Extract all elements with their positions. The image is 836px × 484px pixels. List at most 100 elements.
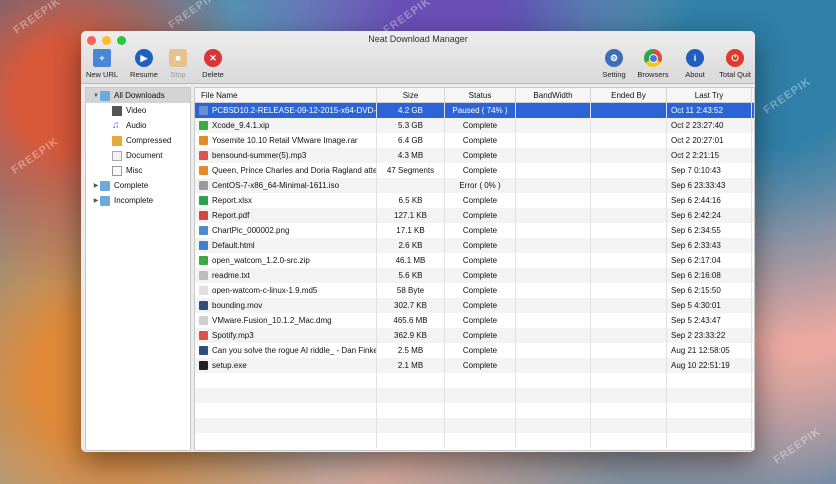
sidebar-item-incomplete[interactable]: ▶ Incomplete (86, 193, 190, 208)
disclosure-triangle-icon[interactable]: ▶ (92, 197, 100, 204)
bandwidth-cell (516, 328, 591, 343)
status-cell: Complete (445, 118, 516, 133)
sidebar-item-compressed[interactable]: Compressed (86, 133, 190, 148)
disclosure-triangle-icon[interactable]: ▶ (92, 182, 100, 189)
file-name-text: Report.xlsx (212, 196, 253, 205)
table-row[interactable]: setup.exe 2.1 MB Complete Aug 10 22:51:19 (195, 358, 754, 373)
setting-button[interactable]: ⚙ Setting (595, 49, 633, 79)
status-cell: Complete (445, 133, 516, 148)
bandwidth-cell (516, 298, 591, 313)
document-icon (112, 150, 122, 161)
new-url-label: New URL (85, 70, 119, 79)
sidebar-item-audio[interactable]: ♫ Audio (86, 118, 190, 133)
ended-by-cell (591, 343, 667, 358)
last-try-cell: Sep 2 23:33:22 (667, 328, 752, 343)
column-header-status[interactable]: Status (445, 88, 516, 102)
table-row[interactable]: readme.txt 5.6 KB Complete Sep 6 2:16:08 (195, 268, 754, 283)
ended-by-cell (591, 238, 667, 253)
sidebar-item-document[interactable]: Document (86, 148, 190, 163)
file-name-text: open_watcom_1.2.0-src.zip (212, 256, 310, 265)
new-url-button[interactable]: + New URL (83, 49, 121, 79)
file-name-cell: PCBSD10.2-RELEASE-09-12-2015-x64-DVD-USB… (195, 103, 377, 118)
ended-by-cell (591, 133, 667, 148)
table-row[interactable]: bounding.mov 302.7 KB Complete Sep 5 4:30:0… (195, 298, 754, 313)
table-row[interactable]: Report.pdf 127.1 KB Complete Sep 6 2:42:24 (195, 208, 754, 223)
file-type-icon (199, 286, 208, 295)
ended-by-cell (591, 163, 667, 178)
table-row[interactable]: Xcode_9.4.1.xip 5.3 GB Complete Oct 2 23:27… (195, 118, 754, 133)
table-row[interactable]: CentOS-7-x86_64-Minimal-1611.iso Error ( … (195, 178, 754, 193)
ended-by-cell (591, 313, 667, 328)
resume-button[interactable]: ▶ Resume (125, 49, 163, 79)
file-name-text: Queen, Prince Charles and Doria Ragland … (212, 166, 377, 175)
last-try-cell: Sep 6 2:34:55 (667, 223, 752, 238)
sidebar-item-all-downloads[interactable]: ▼ All Downloads (86, 88, 190, 103)
total-quit-button[interactable]: ⏻ Total Quit (716, 49, 754, 79)
table-row[interactable]: PCBSD10.2-RELEASE-09-12-2015-x64-DVD-USB… (195, 103, 754, 118)
file-name-text: PCBSD10.2-RELEASE-09-12-2015-x64-DVD-USB… (212, 106, 377, 115)
sidebar-item-label: Compressed (126, 136, 172, 145)
file-name-cell: ChartPic_000002.png (195, 223, 377, 238)
ended-by-cell (591, 328, 667, 343)
column-header-size[interactable]: Size (377, 88, 445, 102)
table-row[interactable]: bensound-summer(5).mp3 4.3 MB Complete Oct … (195, 148, 754, 163)
status-cell: Complete (445, 328, 516, 343)
browsers-label: Browsers (637, 70, 669, 79)
table-row[interactable]: open-watcom-c-linux-1.9.md5 58 Byte Comple… (195, 283, 754, 298)
empty-table-row (195, 418, 754, 433)
ended-by-cell (591, 223, 667, 238)
last-try-cell: Sep 5 2:43:47 (667, 313, 752, 328)
file-name-cell: bensound-summer(5).mp3 (195, 148, 377, 163)
file-type-icon (199, 211, 208, 220)
bandwidth-cell (516, 253, 591, 268)
ended-by-cell (591, 148, 667, 163)
table-row[interactable]: Yosemite 10.10 Retail VMware Image.rar 6.… (195, 133, 754, 148)
bandwidth-cell (516, 148, 591, 163)
browsers-button[interactable]: Browsers (634, 49, 672, 79)
gear-icon: ⚙ (605, 49, 623, 67)
table-row[interactable]: ChartPic_000002.png 17.1 KB Complete Sep 6 … (195, 223, 754, 238)
file-name-text: Report.pdf (212, 211, 250, 220)
table-row[interactable]: Default.html 2.6 KB Complete Sep 6 2:33:43 (195, 238, 754, 253)
delete-icon: ✕ (204, 49, 222, 67)
disclosure-triangle-icon[interactable]: ▼ (92, 93, 100, 99)
last-try-cell: Sep 6 2:42:24 (667, 208, 752, 223)
archive-icon (112, 135, 122, 146)
column-header-ended-by[interactable]: Ended By (591, 88, 667, 102)
file-type-icon (199, 121, 208, 130)
last-try-cell: Oct 2 23:27:40 (667, 118, 752, 133)
status-cell: Error ( 0% ) (445, 178, 516, 193)
table-row[interactable]: VMware.Fusion_10.1.2_Mac.dmg 465.6 MB Comp… (195, 313, 754, 328)
column-header-file-name[interactable]: File Name (195, 88, 377, 102)
file-name-cell: Yosemite 10.10 Retail VMware Image.rar (195, 133, 377, 148)
sidebar-item-video[interactable]: Video (86, 103, 190, 118)
file-name-text: readme.txt (212, 271, 250, 280)
table-body: PCBSD10.2-RELEASE-09-12-2015-x64-DVD-USB… (195, 103, 754, 448)
delete-label: Delete (202, 70, 224, 79)
folder-icon (100, 90, 110, 101)
empty-table-row (195, 388, 754, 403)
column-header-bandwidth[interactable]: BandWidth (516, 88, 591, 102)
table-row[interactable]: Spotify.mp3 362.9 KB Complete Sep 2 23:33:2… (195, 328, 754, 343)
size-cell (377, 178, 445, 193)
delete-button[interactable]: ✕ Delete (194, 49, 232, 79)
stop-button[interactable]: ■ Stop (159, 49, 197, 79)
file-name-cell: open_watcom_1.2.0-src.zip (195, 253, 377, 268)
column-header-last-try[interactable]: Last Try (667, 88, 752, 102)
status-cell: Complete (445, 148, 516, 163)
about-button[interactable]: i About (676, 49, 714, 79)
empty-table-row (195, 433, 754, 448)
file-name-cell: setup.exe (195, 358, 377, 373)
status-cell: Complete (445, 253, 516, 268)
table-row[interactable]: Can you solve the rogue AI riddle_ - Dan… (195, 343, 754, 358)
table-row[interactable]: open_watcom_1.2.0-src.zip 46.1 MB Complete… (195, 253, 754, 268)
file-name-text: Can you solve the rogue AI riddle_ - Dan… (212, 346, 377, 355)
sidebar-item-complete[interactable]: ▶ Complete (86, 178, 190, 193)
watermark: FREEPIK (11, 0, 64, 37)
file-name-text: bounding.mov (212, 301, 263, 310)
size-cell: 362.9 KB (377, 328, 445, 343)
file-type-icon (199, 166, 208, 175)
sidebar-item-misc[interactable]: Misc (86, 163, 190, 178)
table-row[interactable]: Report.xlsx 6.5 KB Complete Sep 6 2:44:16 (195, 193, 754, 208)
table-row[interactable]: Queen, Prince Charles and Doria Ragland … (195, 163, 754, 178)
